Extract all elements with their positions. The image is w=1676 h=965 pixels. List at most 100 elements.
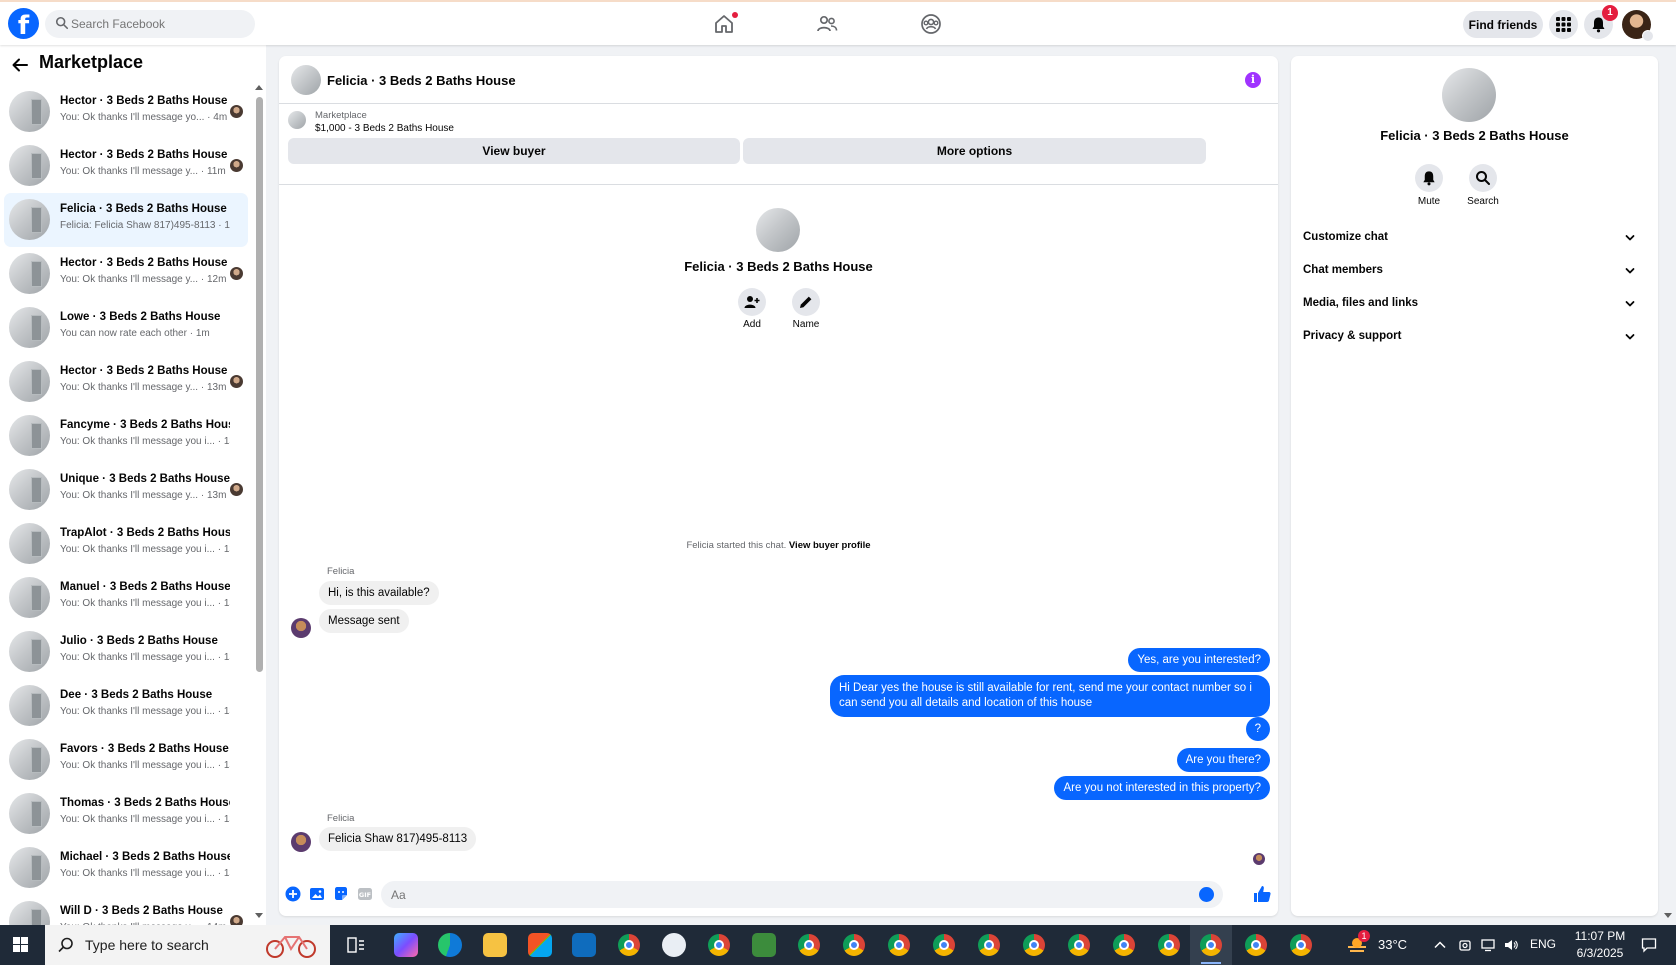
info-icon[interactable]: i bbox=[1245, 72, 1261, 88]
message-outgoing[interactable]: Hi Dear yes the house is still available… bbox=[830, 675, 1270, 717]
chrome-window-icon[interactable] bbox=[1113, 934, 1135, 956]
conversation-item[interactable]: Hector · 3 Beds 2 Baths House You: Ok tha… bbox=[4, 139, 248, 193]
conversation-item[interactable]: Thomas · 3 Beds 2 Baths House You: Ok tha… bbox=[4, 787, 248, 841]
chrome-window-icon[interactable] bbox=[843, 934, 865, 956]
sticker-icon[interactable] bbox=[333, 886, 349, 902]
conversation-item[interactable]: Lowe · 3 Beds 2 Baths House You can now r… bbox=[4, 301, 248, 355]
intro-avatar[interactable] bbox=[756, 208, 800, 252]
conversation-item[interactable]: Unique · 3 Beds 2 Baths House You: Ok tha… bbox=[4, 463, 248, 517]
network-icon[interactable] bbox=[1481, 938, 1495, 952]
search-input[interactable] bbox=[71, 10, 251, 38]
spreadsheet-icon[interactable] bbox=[752, 933, 776, 957]
conversation-item[interactable]: Michael · 3 Beds 2 Baths House You: Ok th… bbox=[4, 841, 248, 895]
microsoft-store-icon[interactable] bbox=[528, 933, 552, 957]
page-scrollbar[interactable] bbox=[1663, 45, 1673, 925]
scroll-up-arrow-icon[interactable] bbox=[255, 85, 263, 90]
scroll-down-arrow-icon[interactable] bbox=[255, 913, 263, 918]
conversation-item[interactable]: Hector · 3 Beds 2 Baths House You: Ok tha… bbox=[4, 355, 248, 409]
facebook-logo-icon[interactable]: f bbox=[8, 8, 39, 39]
edge-browser-icon[interactable] bbox=[438, 933, 462, 957]
name-chat-button[interactable] bbox=[792, 288, 820, 316]
task-view-icon[interactable] bbox=[347, 937, 365, 953]
message-incoming[interactable]: Felicia Shaw 817)495-8113 bbox=[319, 827, 477, 851]
chrome-window-icon[interactable] bbox=[1200, 934, 1222, 956]
media-files-links-section[interactable]: Media, files and links bbox=[1301, 290, 1646, 318]
conversation-item[interactable]: Felicia · 3 Beds 2 Baths House Felicia: F… bbox=[4, 193, 248, 247]
view-buyer-profile-link[interactable]: View buyer profile bbox=[789, 540, 871, 551]
app-icon[interactable] bbox=[662, 933, 686, 957]
conversation-item[interactable]: Manuel · 3 Beds 2 Baths House You: Ok tha… bbox=[4, 571, 248, 625]
listing-thumbnail bbox=[9, 847, 50, 888]
chrome-window-icon[interactable] bbox=[798, 934, 820, 956]
groups-icon[interactable] bbox=[919, 12, 943, 36]
friends-icon[interactable] bbox=[815, 12, 839, 36]
listing-thumbnail[interactable] bbox=[288, 111, 306, 129]
chrome-window-icon[interactable] bbox=[1068, 934, 1090, 956]
privacy-support-section[interactable]: Privacy & support bbox=[1301, 323, 1646, 351]
back-arrow-icon[interactable] bbox=[11, 56, 29, 74]
chrome-window-icon[interactable] bbox=[1290, 934, 1312, 956]
more-options-button[interactable]: More options bbox=[743, 138, 1206, 164]
clock-time[interactable]: 11:07 PM bbox=[1570, 929, 1630, 943]
search-box[interactable] bbox=[45, 10, 255, 38]
chrome-window-icon[interactable] bbox=[1158, 934, 1180, 956]
message-outgoing[interactable]: ? bbox=[1245, 717, 1270, 741]
message-outgoing[interactable]: Are you there? bbox=[1176, 748, 1270, 772]
chrome-icon[interactable] bbox=[618, 934, 640, 956]
taskbar-search-box[interactable]: Type here to search bbox=[45, 925, 330, 965]
chat-title[interactable]: Felicia · 3 Beds 2 Baths House bbox=[327, 73, 516, 88]
search-in-chat-button[interactable] bbox=[1469, 164, 1497, 192]
conversation-item[interactable]: TrapAlot · 3 Beds 2 Baths House You: Ok t… bbox=[4, 517, 248, 571]
chrome-profile-icon[interactable] bbox=[708, 934, 730, 956]
chrome-window-icon[interactable] bbox=[978, 934, 1000, 956]
photo-icon[interactable] bbox=[309, 886, 325, 902]
view-buyer-button[interactable]: View buyer bbox=[288, 138, 740, 164]
chrome-window-icon[interactable] bbox=[1023, 934, 1045, 956]
chrome-window-icon[interactable] bbox=[1245, 934, 1267, 956]
start-button[interactable] bbox=[0, 925, 42, 965]
conversation-item[interactable]: Will D · 3 Beds 2 Baths HouseYou: Ok tha… bbox=[4, 895, 248, 925]
emoji-icon[interactable] bbox=[1199, 887, 1214, 902]
conversation-title: Felicia · 3 Beds 2 Baths House bbox=[60, 203, 227, 215]
customize-chat-section[interactable]: Customize chat bbox=[1301, 224, 1646, 252]
message-incoming[interactable]: Hi, is this available? bbox=[319, 581, 439, 605]
notification-center-icon[interactable] bbox=[1641, 937, 1657, 953]
plus-circle-icon[interactable] bbox=[285, 886, 301, 902]
chat-avatar[interactable] bbox=[291, 65, 321, 95]
file-explorer-icon[interactable] bbox=[483, 933, 507, 957]
sidebar-scrollbar[interactable] bbox=[254, 85, 264, 925]
menu-button[interactable] bbox=[1549, 10, 1578, 39]
camera-icon[interactable] bbox=[1458, 938, 1472, 952]
message-incoming[interactable]: Message sent bbox=[319, 609, 409, 633]
thumbs-up-icon[interactable] bbox=[1252, 884, 1272, 904]
chevron-down-icon[interactable] bbox=[1642, 30, 1654, 42]
outlook-icon[interactable] bbox=[572, 933, 596, 957]
chrome-window-icon[interactable] bbox=[933, 934, 955, 956]
message-input[interactable] bbox=[381, 881, 1223, 908]
copilot-icon[interactable] bbox=[394, 933, 418, 957]
temperature-text[interactable]: 33°C bbox=[1378, 937, 1407, 952]
conversation-item[interactable]: Dee · 3 Beds 2 Baths House You: Ok thanks… bbox=[4, 679, 248, 733]
message-outgoing[interactable]: Yes, are you interested? bbox=[1128, 648, 1270, 672]
chevron-up-icon[interactable] bbox=[1433, 938, 1447, 952]
gif-icon[interactable]: GIF bbox=[357, 886, 373, 902]
sender-avatar[interactable] bbox=[291, 618, 311, 638]
message-outgoing[interactable]: Are you not interested in this property? bbox=[1054, 776, 1270, 800]
sender-avatar[interactable] bbox=[291, 832, 311, 852]
conversation-item[interactable]: Julio · 3 Beds 2 Baths House You: Ok than… bbox=[4, 625, 248, 679]
chrome-window-icon[interactable] bbox=[888, 934, 910, 956]
language-indicator[interactable]: ENG bbox=[1530, 937, 1556, 951]
scroll-thumb[interactable] bbox=[256, 97, 263, 672]
mute-button[interactable] bbox=[1415, 164, 1443, 192]
details-avatar[interactable] bbox=[1442, 68, 1496, 122]
conversation-item[interactable]: Favors · 3 Beds 2 Baths House You: Ok tha… bbox=[4, 733, 248, 787]
scroll-down-arrow-icon[interactable] bbox=[1664, 913, 1672, 918]
find-friends-button[interactable]: Find friends bbox=[1463, 11, 1543, 38]
conversation-item[interactable]: Hector · 3 Beds 2 Baths House You: Ok tha… bbox=[4, 247, 248, 301]
add-people-button[interactable] bbox=[738, 288, 766, 316]
clock-date[interactable]: 6/3/2025 bbox=[1570, 946, 1630, 960]
conversation-item[interactable]: Hector · 3 Beds 2 Baths House You: Ok tha… bbox=[4, 85, 248, 139]
chat-members-section[interactable]: Chat members bbox=[1301, 257, 1646, 285]
speaker-icon[interactable] bbox=[1504, 938, 1518, 952]
conversation-item[interactable]: Fancyme · 3 Beds 2 Baths House You: Ok th… bbox=[4, 409, 248, 463]
